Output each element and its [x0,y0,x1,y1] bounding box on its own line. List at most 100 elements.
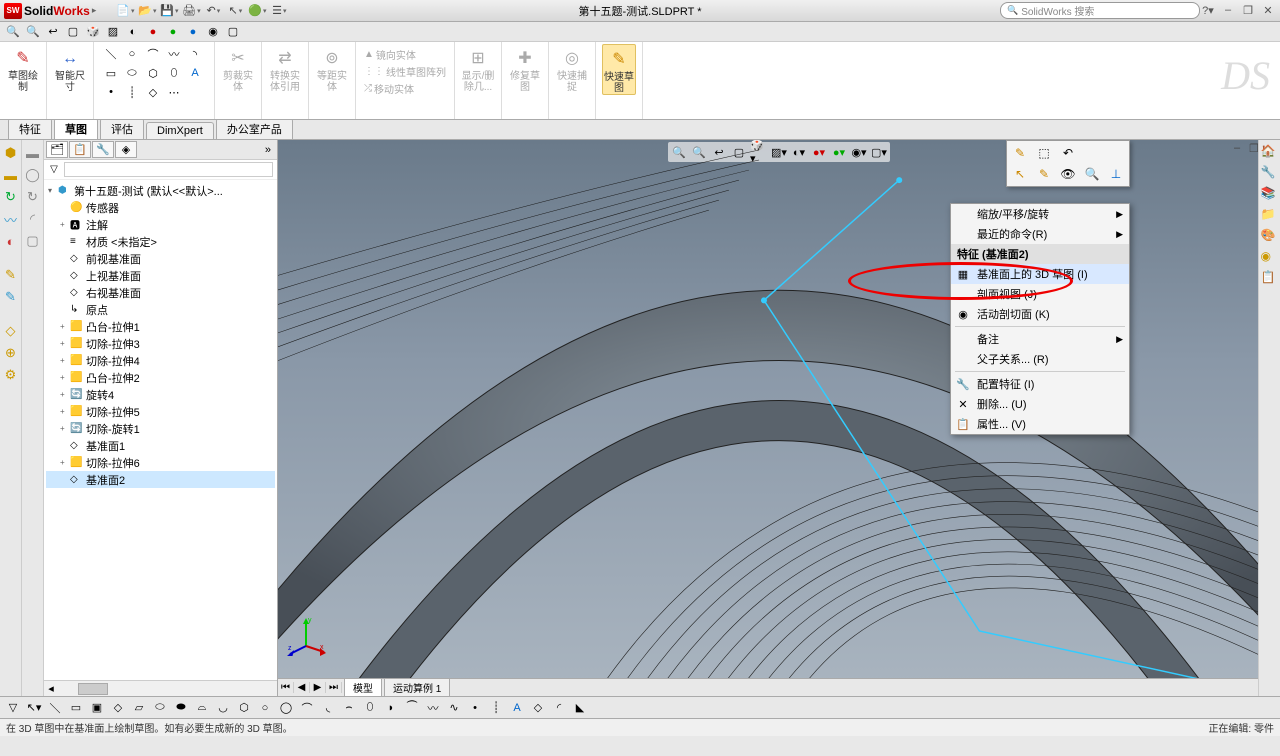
chevron-down-icon[interactable]: ▸ [92,5,97,16]
appearance-icon[interactable]: ● [144,24,162,40]
sweep-icon[interactable]: 〰 [2,210,20,228]
render-icon[interactable]: ◉ [204,24,222,40]
feature-tree[interactable]: ▾⬢第十五题-测试 (默认<<默认>...🟡传感器+🅰注解≡材质 <未指定>◇前… [44,180,277,680]
slot-icon[interactable]: ⬭ [123,65,141,81]
open-file-icon[interactable]: 📂▾ [138,3,156,19]
extrude-icon[interactable]: ▬ [2,166,20,184]
pin-icon[interactable]: » [261,144,275,156]
tree-item[interactable]: ◇右视基准面 [46,284,275,301]
feature-tree-tab[interactable]: 🗂 [46,141,68,158]
bt-tarc-icon[interactable]: ◟ [319,700,337,716]
help-icon[interactable]: ?▾ [1200,4,1216,17]
tree-item[interactable]: +🟨凸台-拉伸2 [46,369,275,386]
point-icon[interactable]: • [102,84,120,100]
ctx-select-icon[interactable]: ↖ [1010,165,1030,183]
close-button[interactable]: ✕ [1260,4,1276,17]
nav-next-icon[interactable]: ▶ [310,682,326,693]
property-tab[interactable]: 📋 [69,141,91,158]
bt-peri-circle-icon[interactable]: ◯ [277,700,295,716]
file-explorer-icon[interactable]: 📁 [1261,207,1279,225]
zoom-fit-icon[interactable]: 🔍 [4,24,22,40]
maximize-button[interactable]: ❐ [1240,4,1256,17]
loft-icon[interactable]: ◐ [2,232,20,250]
fillet-icon[interactable]: ◝ [186,46,204,62]
bt-arc-slot-icon[interactable]: ◡ [214,700,232,716]
display-style-icon[interactable]: ▨ [104,24,122,40]
bt-line-icon[interactable]: ＼ [46,700,64,716]
nav-first-icon[interactable]: ⏮ [278,682,294,693]
fillet-tool-icon[interactable]: ◜ [24,210,42,228]
context-menu-item[interactable]: 备注▶ [951,329,1129,349]
sketch-icon[interactable]: ✎ [2,266,20,284]
tree-item[interactable]: +🟨切除-拉伸3 [46,335,275,352]
text-icon[interactable]: A [186,65,204,81]
circle-icon[interactable]: ○ [123,46,141,62]
bt-cl-icon[interactable]: ┊ [487,700,505,716]
minimize-button[interactable]: – [1220,4,1236,17]
ctx-sketch-icon[interactable]: ✎ [1010,144,1030,162]
context-menu-item[interactable]: ◉活动剖切面 (K) [951,304,1129,324]
feature-icon[interactable]: ⬢ [2,144,20,162]
bt-text-icon[interactable]: A [508,700,526,716]
context-menu-item[interactable]: ✕删除... (U) [951,394,1129,414]
tree-item[interactable]: +🔄切除-旋转1 [46,420,275,437]
tab-dimxpert[interactable]: DimXpert [146,122,214,139]
centerline-icon[interactable]: ┊ [123,84,141,100]
bt-center-rect-icon[interactable]: ▣ [88,700,106,716]
hide-show-icon[interactable]: ◐ [124,24,142,40]
design-lib-icon[interactable]: 📚 [1261,186,1279,204]
view-palette-icon[interactable]: 🎨 [1261,228,1279,246]
revolve-icon[interactable]: ↻ [2,188,20,206]
tree-item[interactable]: ◇上视基准面 [46,267,275,284]
sketch-draw-button[interactable]: ✎草图绘 制 [6,44,40,93]
tab-feature[interactable]: 特征 [8,118,52,139]
zoom-area-icon[interactable]: 🔍 [24,24,42,40]
toggle-icon[interactable]: ▢ [224,24,242,40]
filter-icon[interactable]: ▽ [46,162,62,178]
arc-icon[interactable]: ⌒ [144,46,162,62]
move-button[interactable]: ⤮ 移动实体 [364,80,446,96]
context-menu-item[interactable]: 📋属性... (V) [951,414,1129,434]
tree-item[interactable]: ≡材质 <未指定> [46,233,275,250]
ctx-3d-icon[interactable]: ⬚ [1034,144,1054,162]
trim-button[interactable]: ✂剪裁实 体 [221,44,255,93]
tab-sketch[interactable]: 草图 [54,118,98,139]
bt-point-icon[interactable]: • [466,700,484,716]
context-menu-item[interactable]: 父子关系... (R) [951,349,1129,369]
tab-motion[interactable]: 运动算例 1 [384,678,450,696]
select-icon[interactable]: ↖▾ [226,3,244,19]
smart-dim-button[interactable]: ↔智能尺 寸 [53,44,87,93]
context-menu-item[interactable]: 剖面视图 (J) [951,284,1129,304]
ctx-normal-icon[interactable]: ⊥ [1106,165,1126,183]
more-icon[interactable]: ⋯ [165,84,183,100]
bt-poly-icon[interactable]: ⬡ [235,700,253,716]
line-icon[interactable]: ＼ [102,46,120,62]
tab-evaluate[interactable]: 评估 [100,118,144,139]
viewport[interactable]: 🔍 🔍 ↩ ▢ 🎲▾ ▨▾ ◐▾ ●▾ ●▾ ◉▾ ▢▾ – ❐ ✕ [278,140,1280,696]
bt-chamfer-icon[interactable]: ◣ [571,700,589,716]
tree-root[interactable]: ▾⬢第十五题-测试 (默认<<默认>... [46,182,275,199]
plane-tool-icon[interactable]: ◇ [2,322,20,340]
3dsketch-icon[interactable]: ✎ [2,288,20,306]
search-input[interactable]: SolidWorks 搜索 [1000,2,1200,19]
cut-revolve-icon[interactable]: ↻ [24,188,42,206]
context-menu-item[interactable]: 最近的命令(R)▶ [951,224,1129,244]
undo-icon[interactable]: ↶▾ [204,3,222,19]
bt-circle-icon[interactable]: ○ [256,700,274,716]
bt-parabola-icon[interactable]: ⏜ [403,700,421,716]
nav-last-icon[interactable]: ⏭ [326,682,342,693]
tools-icon[interactable]: 🔧 [1261,165,1279,183]
view-settings-icon[interactable]: ● [184,24,202,40]
config-icon[interactable]: ⚙ [2,366,20,384]
tree-item[interactable]: +🟨切除-拉伸4 [46,352,275,369]
rect-icon[interactable]: ▭ [102,65,120,81]
linear-pattern-button[interactable]: ⋮⋮ 线性草图阵列 [364,63,446,79]
filter-input[interactable] [64,162,273,177]
bt-slot-icon[interactable]: ⬭ [151,700,169,716]
bt-carc-icon[interactable]: ⌒ [298,700,316,716]
tree-item[interactable]: ↳原点 [46,301,275,318]
bt-eqspline-icon[interactable]: ∿ [445,700,463,716]
bt-3parc-icon[interactable]: ⌢ [340,700,358,716]
bt-pellipse-icon[interactable]: ◗ [382,700,400,716]
mirror-button[interactable]: ▲ 镜向实体 [364,46,446,62]
